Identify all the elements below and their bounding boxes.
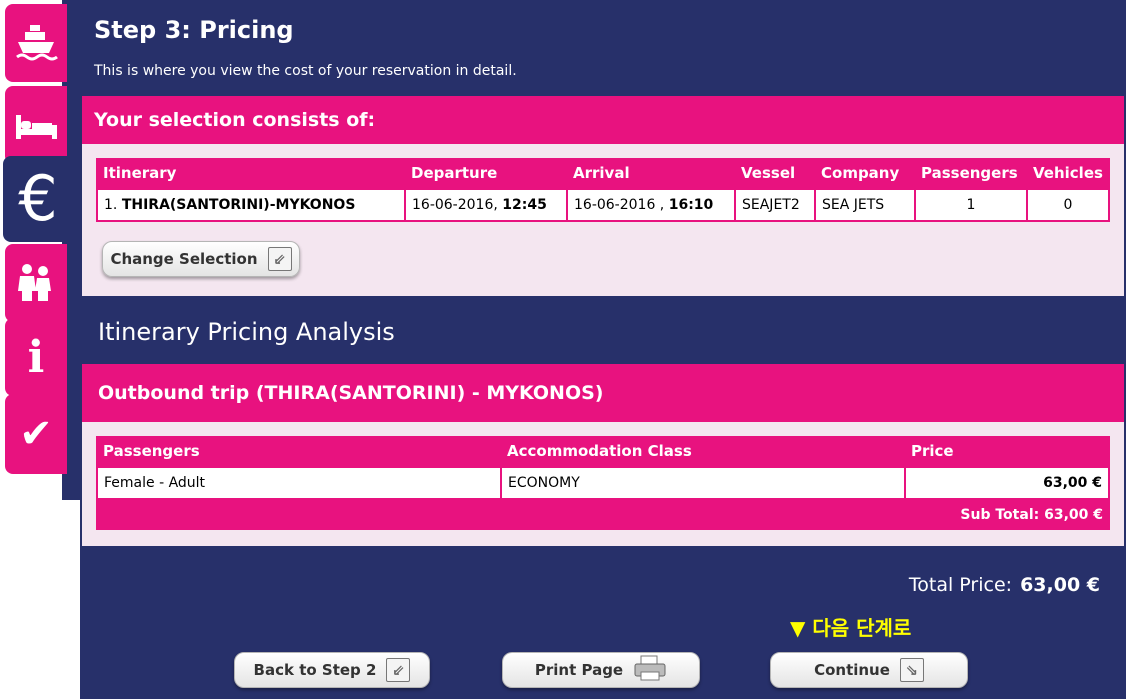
col-vessel: Vessel [741,164,796,182]
back-to-step-2-button[interactable]: Back to Step 2 ⇙ [234,652,430,688]
tab-pricing[interactable]: € [3,156,73,242]
cell-vehicles: 0 [1026,188,1110,222]
change-selection-label: Change Selection [110,250,258,268]
tab-ferry[interactable] [5,4,67,82]
itinerary-route: THIRA(SANTORINI)-MYKONOS [121,197,356,213]
pricing-header-row: Passengers Accommodation Class Price [97,436,1109,467]
passengers-icon [14,261,58,305]
col-vehicles: Vehicles [1033,164,1103,182]
total-price: Total Price: 63,00 € [909,574,1100,596]
cell-itinerary: 1. THIRA(SANTORINI)-MYKONOS [96,188,406,222]
selection-table: Itinerary Departure Arrival Vessel Compa… [96,158,1110,222]
arrow-down-left-icon: ⇙ [267,247,292,271]
tab-information[interactable]: i [5,318,67,396]
bed-icon [13,105,59,145]
printer-icon [633,655,667,685]
continue-button-label: Continue [814,661,890,679]
arrival-time: 16:10 [668,197,714,213]
step-tabs: € i ✔ [0,0,80,699]
continue-button[interactable]: Continue ⇘ [770,652,968,688]
pricing-table: Passengers Accommodation Class Price Fem… [96,436,1110,530]
main-panel: Step 3: Pricing This is where you view t… [80,0,1126,699]
page-subtitle: This is where you view the cost of your … [94,63,517,79]
selection-section: Your selection consists of: Itinerary De… [82,96,1124,296]
next-step-hint: ▼ 다음 단계로 [790,616,912,640]
arrival-date: 16-06-2016 , [574,197,665,213]
subtotal: Sub Total: 63,00 € [960,507,1103,523]
change-selection-button[interactable]: Change Selection ⇙ [102,241,300,277]
checkmark-icon: ✔ [19,411,53,457]
print-page-button[interactable]: Print Page [502,652,700,688]
cell-price: 63,00 € [904,466,1110,500]
col-class: Accommodation Class [507,442,692,460]
total-price-value: 63,00 € [1020,574,1100,596]
total-price-label: Total Price: [908,574,1013,596]
col-price: Price [911,442,954,460]
outbound-section: Outbound trip (THIRA(SANTORINI) - MYKONO… [82,364,1124,546]
arrow-down-right-icon: ⇘ [899,658,924,682]
cell-company: SEA JETS [814,188,916,222]
col-pass: Passengers [103,442,200,460]
page-title: Step 3: Pricing [94,16,294,44]
selection-header-row: Itinerary Departure Arrival Vessel Compa… [97,158,1109,189]
col-departure: Departure [411,164,498,182]
cell-accommodation-class: ECONOMY [500,466,906,500]
col-itinerary: Itinerary [103,164,177,182]
cell-arrival: 16-06-2016 , 16:10 [566,188,736,222]
tab-passengers[interactable] [5,244,67,322]
table-row: Female - Adult ECONOMY 63,00 € [96,466,1110,500]
cell-departure: 16-06-2016, 12:45 [404,188,568,222]
back-button-label: Back to Step 2 [253,661,377,679]
selection-heading: Your selection consists of: [82,96,1124,144]
print-button-label: Print Page [534,661,624,679]
itinerary-number: 1. [104,197,118,213]
euro-icon: € [18,162,58,235]
ship-icon [14,21,58,65]
subtotal-row: Sub Total: 63,00 € [97,499,1109,530]
departure-time: 12:45 [502,197,547,213]
tab-confirmation[interactable]: ✔ [5,394,67,474]
col-company: Company [821,164,900,182]
arrow-down-left-icon: ⇙ [386,658,411,682]
cell-passengers: 1 [914,188,1028,222]
tab-accommodation[interactable] [5,86,67,164]
outbound-heading: Outbound trip (THIRA(SANTORINI) - MYKONO… [82,364,1124,422]
departure-date: 16-06-2016, [412,197,498,213]
info-icon: i [27,331,45,383]
table-row: 1. THIRA(SANTORINI)-MYKONOS 16-06-2016, … [96,188,1110,222]
col-passengers: Passengers [921,164,1018,182]
pricing-analysis-title: Itinerary Pricing Analysis [98,318,395,346]
cell-vessel: SEAJET2 [734,188,816,222]
col-arrival: Arrival [573,164,630,182]
cell-passenger-type: Female - Adult [96,466,502,500]
